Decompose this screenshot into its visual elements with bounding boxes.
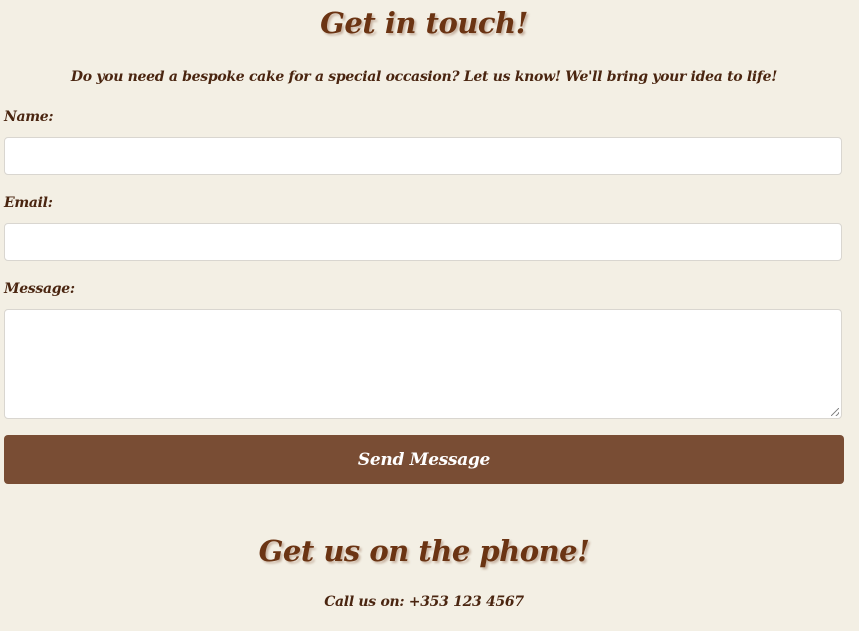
name-label: Name: [4, 109, 54, 125]
name-field[interactable] [4, 137, 842, 175]
email-label: Email: [4, 195, 53, 211]
send-message-button[interactable]: Send Message [4, 435, 844, 484]
phone-number-text: Call us on: +353 123 4567 [324, 594, 524, 610]
email-field[interactable] [4, 223, 842, 261]
resize-handle-icon[interactable] [831, 408, 839, 416]
contact-intro: Do you need a bespoke cake for a special… [70, 69, 778, 85]
message-label: Message: [4, 281, 75, 297]
phone-title: Get us on the phone! [258, 534, 590, 568]
contact-title: Get in touch! [320, 6, 528, 40]
message-field[interactable] [4, 309, 842, 419]
